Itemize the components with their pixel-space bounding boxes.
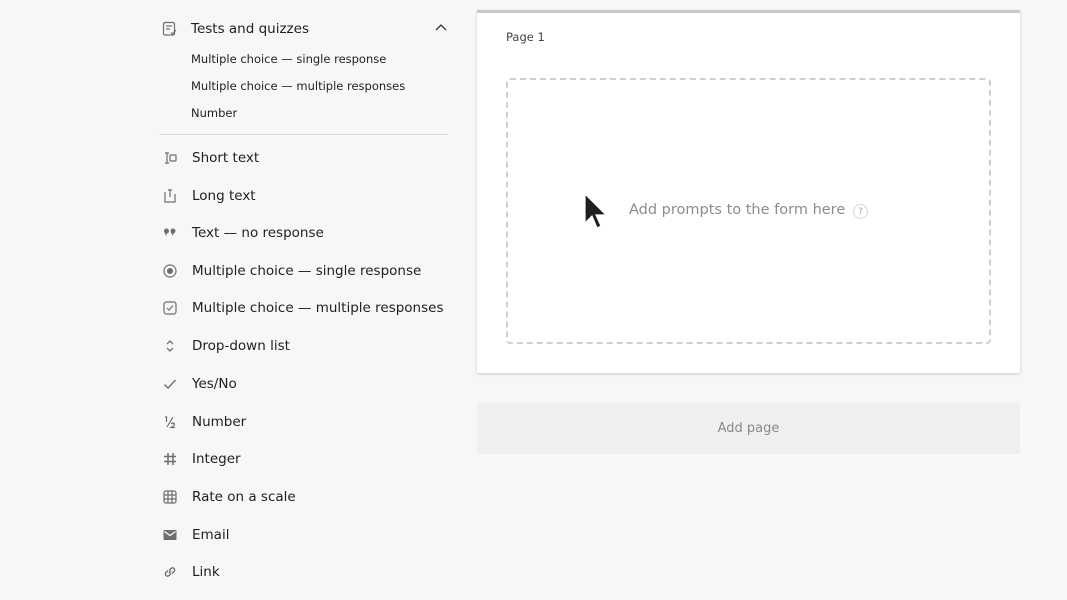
page-title: Page 1: [506, 30, 545, 44]
email-icon: [159, 524, 181, 546]
long-text-icon: [159, 185, 181, 207]
tests-and-quizzes-header[interactable]: Tests and quizzes: [159, 16, 449, 42]
help-icon[interactable]: ?: [853, 204, 868, 219]
section-label: Tests and quizzes: [191, 21, 309, 37]
item-label: Integer: [192, 451, 241, 467]
item-multiple-choice-multiple[interactable]: Multiple choice — multiple responses: [159, 296, 449, 320]
subitem-number[interactable]: Number: [191, 106, 237, 120]
dropdown-icon: [159, 335, 181, 357]
item-label: Text — no response: [192, 225, 324, 241]
subitem-multiple-choice-single[interactable]: Multiple choice — single response: [191, 52, 386, 66]
item-yes-no[interactable]: Yes/No: [159, 372, 449, 396]
prompt-dropzone[interactable]: Add prompts to the form here ?: [506, 78, 991, 344]
item-short-text[interactable]: Short text: [159, 146, 449, 170]
item-label: Rate on a scale: [192, 489, 296, 505]
item-label: Email: [192, 527, 230, 543]
radio-icon: [159, 260, 181, 282]
item-label: Drop-down list: [192, 338, 290, 354]
mouse-cursor-icon: [584, 193, 608, 229]
add-page-button[interactable]: Add page: [477, 403, 1020, 454]
checkbox-icon: [159, 297, 181, 319]
item-label: Short text: [192, 150, 260, 166]
item-long-text[interactable]: Long text: [159, 184, 449, 208]
link-icon: [159, 561, 181, 583]
item-email[interactable]: Email: [159, 523, 449, 547]
item-label: Long text: [192, 188, 256, 204]
item-label: Yes/No: [192, 376, 237, 392]
item-label: Multiple choice — multiple responses: [192, 300, 444, 316]
quote-icon: [159, 222, 181, 244]
form-page-card: Page 1 Add prompts to the form here ?: [477, 10, 1020, 373]
item-text-no-response[interactable]: Text — no response: [159, 221, 449, 245]
short-text-icon: [159, 147, 181, 169]
chevron-up-icon[interactable]: [433, 20, 449, 36]
item-multiple-choice-single[interactable]: Multiple choice — single response: [159, 259, 449, 283]
item-integer[interactable]: Integer: [159, 447, 449, 471]
item-number[interactable]: Number: [159, 410, 449, 434]
fraction-icon: [159, 411, 181, 433]
divider: [159, 134, 448, 135]
dropzone-prompt: Add prompts to the form here: [629, 202, 846, 218]
quiz-icon: [159, 18, 181, 40]
item-drop-down-list[interactable]: Drop-down list: [159, 334, 449, 358]
item-label: Multiple choice — single response: [192, 263, 422, 279]
check-icon: [159, 373, 181, 395]
grid-icon: [159, 486, 181, 508]
item-label: Link: [192, 564, 220, 580]
hash-icon: [159, 448, 181, 470]
item-link[interactable]: Link: [159, 560, 449, 584]
subitem-multiple-choice-multiple[interactable]: Multiple choice — multiple responses: [191, 79, 405, 93]
item-label: Number: [192, 414, 247, 430]
item-rate-on-a-scale[interactable]: Rate on a scale: [159, 485, 449, 509]
question-type-sidebar: Tests and quizzes Multiple choice — sing…: [159, 0, 449, 600]
